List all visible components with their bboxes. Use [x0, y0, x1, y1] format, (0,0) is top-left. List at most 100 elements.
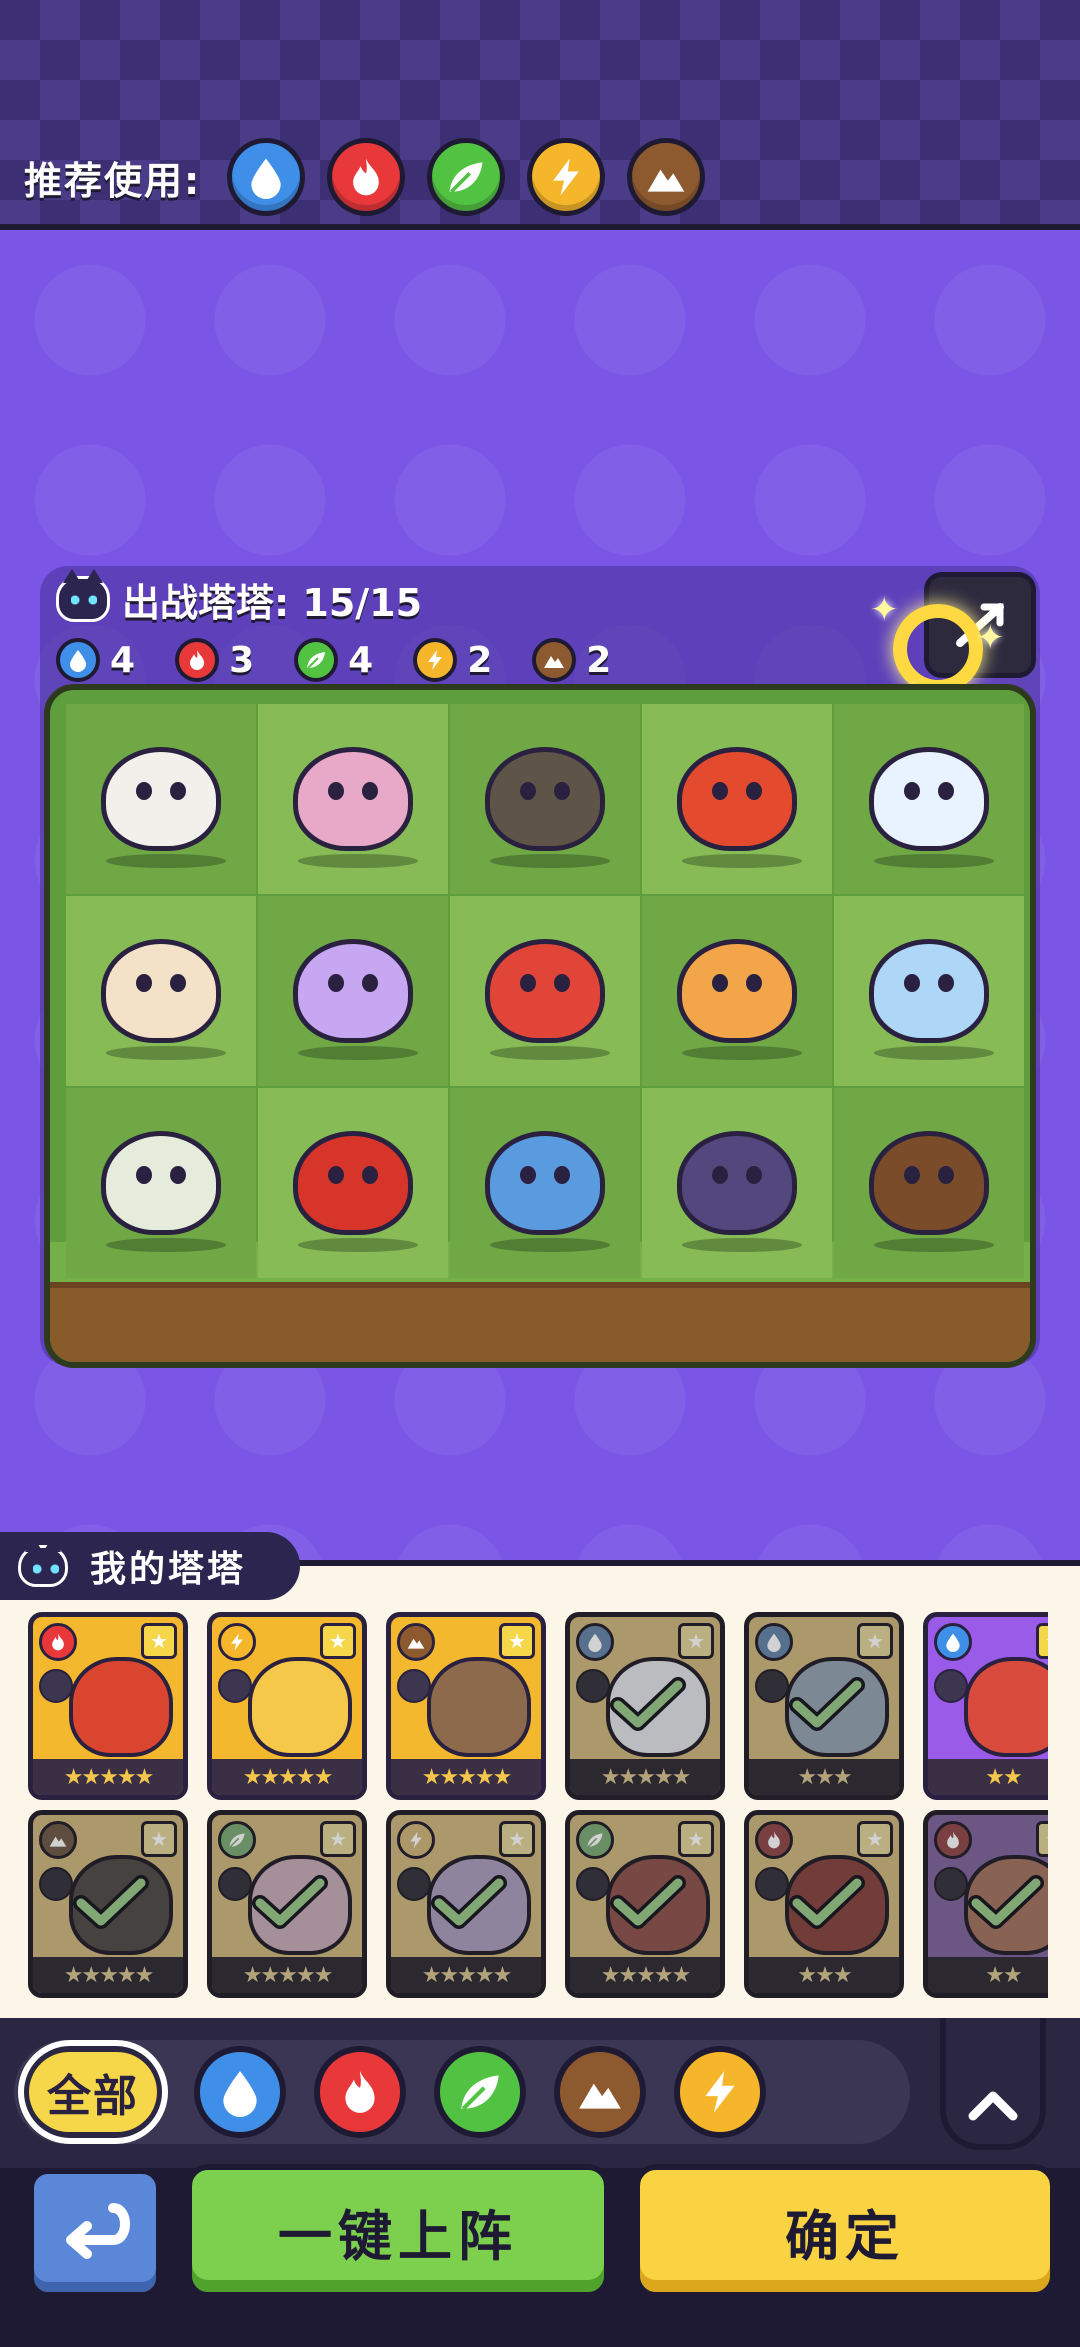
star-icon: ★: [678, 1821, 714, 1857]
recommend-label: 推荐使用:: [24, 158, 202, 203]
earth-icon: [544, 656, 565, 668]
return-arrow-icon: [66, 2203, 130, 2259]
confirm-button[interactable]: 确定: [634, 2164, 1056, 2298]
chicken-tower[interactable]: [101, 939, 226, 1060]
earth-badge: [627, 138, 706, 216]
stego-dino-tower[interactable]: [485, 747, 610, 868]
water-badge: [227, 138, 306, 216]
grid-cell[interactable]: [258, 704, 448, 894]
star-icon: ★: [320, 1623, 356, 1659]
auto-deploy-button[interactable]: 一键上阵: [186, 2164, 610, 2298]
grid-cell[interactable]: [834, 1088, 1024, 1278]
boar-tower[interactable]: [677, 1131, 802, 1252]
checkmark-icon: [789, 1677, 865, 1731]
grid-cell[interactable]: [258, 1088, 448, 1278]
tower-type-icon: [39, 1867, 73, 1901]
tower-type-icon: [39, 1669, 73, 1703]
card-row: ★★★★★★★★★★★★★★★★★★★★★★★★★★★★★★★: [28, 1612, 1048, 1800]
star-rating: ★★: [928, 1759, 1048, 1795]
fire-count: 3: [175, 638, 254, 682]
water-icon: [223, 2071, 257, 2117]
filter-grass-button[interactable]: [434, 2046, 526, 2138]
tower-card[interactable]: ★ ★★★★★: [207, 1612, 367, 1800]
grid-cell[interactable]: [642, 704, 832, 894]
grid-cell[interactable]: [66, 1088, 256, 1278]
tower-card[interactable]: ★ ★★★★★: [565, 1810, 725, 1998]
white-ghost-tower[interactable]: [869, 747, 994, 868]
grid-cell[interactable]: [642, 1088, 832, 1278]
earth-icon: [647, 169, 685, 192]
grid-cell[interactable]: [66, 704, 256, 894]
sparkle-star-icon: ✦: [976, 618, 1005, 658]
filter-all-button[interactable]: 全部: [18, 2040, 168, 2144]
back-button[interactable]: [28, 2168, 162, 2298]
star-icon: ★: [141, 1821, 177, 1857]
tower-card[interactable]: ★ ★★★★★: [207, 1810, 367, 1998]
blue-cat-tower[interactable]: [485, 1131, 610, 1252]
filter-fire-button[interactable]: [314, 2046, 406, 2138]
star-icon: ★: [499, 1821, 535, 1857]
red-fish-tower[interactable]: [677, 747, 802, 868]
earth-icon: [397, 1623, 435, 1661]
tower-type-icon: [934, 1669, 968, 1703]
roster-tab: 我的塔塔: [0, 1532, 300, 1600]
cat-mascot-icon: [18, 1538, 68, 1587]
tower-type-icon: [397, 1669, 431, 1703]
grid-cell[interactable]: [258, 896, 448, 1086]
tower-card[interactable]: ★ ★★★: [744, 1612, 904, 1800]
grid-cell[interactable]: [450, 1088, 640, 1278]
fire-icon: [934, 1821, 972, 1859]
fire-lizard-tower[interactable]: [293, 1131, 418, 1252]
grass-mini-badge: [294, 638, 339, 682]
cat-mascot-icon: [56, 569, 110, 622]
electric-icon: [397, 1821, 435, 1859]
grid-cell[interactable]: [450, 896, 640, 1086]
purple-cat-tower[interactable]: [293, 939, 418, 1060]
grid-cell[interactable]: [66, 896, 256, 1086]
tower-card[interactable]: ★★★: [923, 1612, 1048, 1800]
mantis-tower[interactable]: [293, 747, 418, 868]
tower-card[interactable]: ★ ★★★★★: [386, 1612, 546, 1800]
tower-type-icon: [755, 1669, 789, 1703]
tower-card[interactable]: ★ ★★★★★: [28, 1810, 188, 1998]
grid-cell[interactable]: [450, 704, 640, 894]
grid-cell[interactable]: [834, 704, 1024, 894]
nest-bird-tower[interactable]: [101, 1131, 226, 1252]
tower-card[interactable]: ★★★: [923, 1810, 1048, 1998]
filter-earth-button[interactable]: [554, 2046, 646, 2138]
tower-type-icon: [576, 1867, 610, 1901]
filter-electric-button[interactable]: [674, 2046, 766, 2138]
star-rating: ★★★: [749, 1957, 899, 1993]
sparkle-star-icon: ✦: [870, 590, 899, 630]
star-rating: ★★★★★: [33, 1957, 183, 1993]
electric-icon: [428, 650, 443, 670]
checkmark-icon: [968, 1875, 1044, 1929]
tower-type-icon: [755, 1867, 789, 1901]
tower-card[interactable]: ★ ★★★★★: [386, 1810, 546, 1998]
sunflower-tower[interactable]: [677, 939, 802, 1060]
flower-bug-tower[interactable]: [485, 939, 610, 1060]
expand-button[interactable]: [940, 2018, 1046, 2150]
water-icon: [934, 1623, 972, 1661]
tower-card[interactable]: ★ ★★★★★: [28, 1612, 188, 1800]
tower-type-icon: [397, 1867, 431, 1901]
electric-icon: [705, 2071, 735, 2113]
grid-cell[interactable]: [642, 896, 832, 1086]
fire-mini-badge: [175, 638, 220, 682]
tower-card[interactable]: ★ ★★★: [744, 1810, 904, 1998]
star-icon: ★: [499, 1623, 535, 1659]
tower-card[interactable]: ★ ★★★★★: [565, 1612, 725, 1800]
earth-icon: [579, 2083, 621, 2109]
snail-tower[interactable]: [869, 1131, 994, 1252]
grass-icon: [449, 162, 483, 193]
tower-card-list[interactable]: ★ ★★★★★ ★ ★★★★★ ★ ★★★★★ ★ ★★★★★ ★ ★★★ ★★ ★ ★★★★★ ★ ★★★…: [28, 1612, 1048, 2006]
filter-water-button[interactable]: [194, 2046, 286, 2138]
checkmark-icon: [610, 1677, 686, 1731]
star-rating: ★★★★★: [212, 1957, 362, 1993]
filter-all-label: 全部: [29, 2052, 157, 2132]
ice-bear-tower[interactable]: [869, 939, 994, 1060]
water-icon: [251, 158, 281, 199]
grid-cell[interactable]: [834, 896, 1024, 1086]
tower-type-icon: [576, 1669, 610, 1703]
panda-bear-tower[interactable]: [101, 747, 226, 868]
